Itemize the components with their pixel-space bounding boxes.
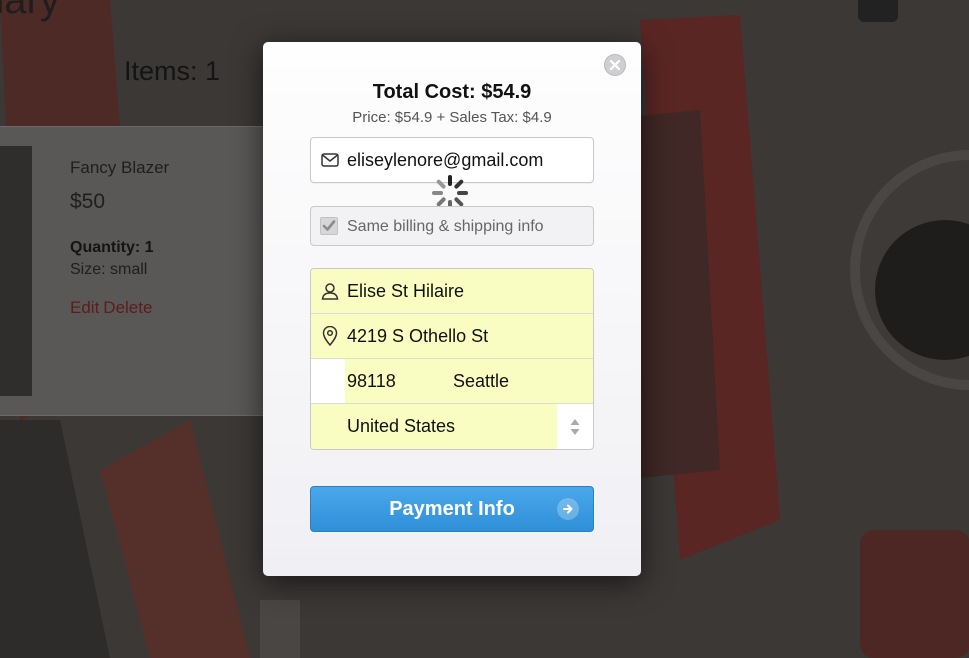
close-button[interactable] <box>604 54 626 76</box>
country-select[interactable]: United States <box>311 404 593 449</box>
location-pin-icon <box>320 326 340 346</box>
product-size: Size: small <box>70 261 148 278</box>
address-fieldset: Elise St Hilaire 4219 S Othello St 98118… <box>310 268 594 450</box>
envelope-icon <box>320 150 340 170</box>
name-value: Elise St Hilaire <box>347 281 465 301</box>
items-count: Items: 1 <box>124 56 221 86</box>
zip-field[interactable]: 98118 <box>345 359 441 403</box>
same-info-checkbox[interactable] <box>320 217 338 235</box>
payment-info-label: Payment Info <box>389 498 515 520</box>
name-field[interactable]: Elise St Hilaire <box>311 269 593 314</box>
page-title: nary <box>0 0 60 22</box>
same-info-label: Same billing & shipping info <box>347 218 544 235</box>
arrow-right-icon <box>557 498 579 520</box>
street-value: 4219 S Othello St <box>347 326 489 346</box>
payment-info-button[interactable]: Payment Info <box>310 486 594 532</box>
product-thumbnail <box>0 146 32 396</box>
product-name: Fancy Blazer <box>70 158 170 177</box>
checkout-modal: Total Cost: $54.9 Price: $54.9 + Sales T… <box>263 42 641 576</box>
zip-value: 98118 <box>347 371 396 391</box>
total-cost: Total Cost: $54.9 <box>372 81 532 103</box>
product-price: $50 <box>70 190 106 213</box>
country-value: United States <box>347 416 456 436</box>
same-billing-shipping-toggle[interactable]: Same billing & shipping info <box>310 206 594 246</box>
city-field[interactable]: Seattle <box>440 359 593 403</box>
city-value: Seattle <box>453 371 510 391</box>
delete-link[interactable]: Delete <box>103 298 152 317</box>
binder-clip <box>858 0 898 22</box>
select-arrows-icon <box>570 419 580 435</box>
product-quantity: Quantity: 1 <box>70 239 154 256</box>
zip-city-row: 98118 Seattle <box>311 359 593 404</box>
email-value: eliseylenore@gmail.com <box>347 150 544 170</box>
product-actions: Edit Delete <box>70 298 156 318</box>
street-field[interactable]: 4219 S Othello St <box>311 314 593 359</box>
checkmark-icon <box>322 220 336 231</box>
close-icon <box>610 60 620 70</box>
edit-link[interactable]: Edit <box>70 298 99 317</box>
price-breakdown: Price: $54.9 + Sales Tax: $4.9 <box>352 109 552 126</box>
country-field: United States <box>311 404 557 449</box>
person-icon <box>320 281 340 301</box>
